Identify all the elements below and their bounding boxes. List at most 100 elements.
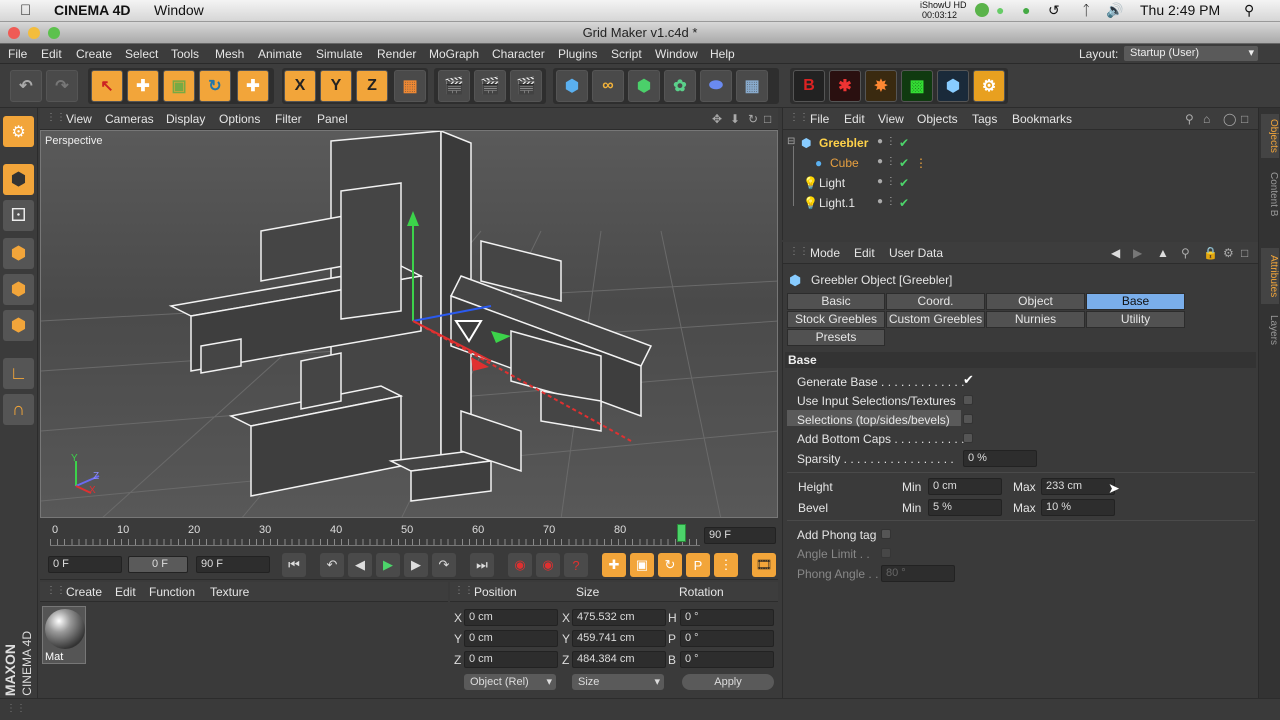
bevel-min-field[interactable]: 5 % (928, 499, 1002, 516)
viewport-move-icon[interactable]: ✥ (712, 112, 722, 126)
height-max-field[interactable]: 233 cm (1041, 478, 1115, 495)
side-tab-layers[interactable]: Layers (1261, 312, 1279, 348)
menu-mesh[interactable]: Mesh (215, 47, 244, 61)
minimize-window-button[interactable] (28, 27, 40, 39)
menu-edit[interactable]: Edit (41, 47, 62, 61)
viewport-menu-display[interactable]: Display (166, 112, 205, 126)
tab-stock-greebles[interactable]: Stock Greebles (787, 311, 885, 328)
search-icon[interactable]: ⚲ (1181, 246, 1190, 260)
sparsity-field[interactable]: 0 % (963, 450, 1037, 467)
eye-icon[interactable]: ◯ (1223, 112, 1236, 126)
phong-tag-icon[interactable]: ⋮ (915, 156, 927, 170)
tab-presets[interactable]: Presets (787, 329, 885, 346)
close-window-button[interactable] (8, 27, 20, 39)
home-icon[interactable]: ⌂ (1203, 112, 1210, 126)
nurbs-icon[interactable]: ⬢ (628, 70, 660, 102)
settings-icon[interactable]: ⚙ (1223, 246, 1234, 260)
selections-checkbox[interactable] (963, 414, 973, 424)
tab-object[interactable]: Object (986, 293, 1085, 310)
position-x-field[interactable]: 0 cm (464, 609, 558, 626)
record-active-icon[interactable]: ◉ (508, 553, 532, 577)
zoom-window-button[interactable] (48, 27, 60, 39)
menu-file[interactable]: File (8, 47, 27, 61)
back-arrow-icon[interactable]: ◀ (1111, 246, 1120, 260)
menu-create[interactable]: Create (76, 47, 112, 61)
evernote-icon[interactable]: ● (1022, 2, 1030, 18)
material-swatch[interactable]: Mat (42, 606, 86, 664)
menu-plugins[interactable]: Plugins (558, 47, 597, 61)
render-settings-icon[interactable]: 🎬 (510, 70, 542, 102)
make-editable-icon[interactable]: ⚙ (3, 116, 34, 147)
go-to-end-button[interactable]: ⏭ (470, 553, 494, 577)
perspective-viewport[interactable]: Perspective Y Z X (40, 130, 778, 518)
scale-tool-icon[interactable]: ▣ (163, 70, 195, 102)
prev-key-button[interactable]: ↶ (320, 553, 344, 577)
snap-icon[interactable]: ∩ (3, 394, 34, 425)
plugin-green-icon[interactable]: ▩ (901, 70, 933, 102)
objects-menu-edit[interactable]: Edit (844, 112, 865, 126)
up-arrow-icon[interactable]: ▲ (1157, 246, 1169, 260)
plugin-burst-icon[interactable]: ✸ (865, 70, 897, 102)
tree-collapse-icon[interactable]: ⊟ (787, 136, 795, 147)
lock-icon[interactable]: 🔒 (1203, 246, 1218, 260)
size-z-field[interactable]: 484.384 cm (572, 651, 666, 668)
bevel-max-field[interactable]: 10 % (1041, 499, 1115, 516)
objects-menu-view[interactable]: View (878, 112, 904, 126)
material-menu-create[interactable]: Create (66, 585, 102, 599)
apple-icon[interactable]:  (20, 2, 31, 19)
tab-coord[interactable]: Coord. (886, 293, 985, 310)
position-z-field[interactable]: 0 cm (464, 651, 558, 668)
objects-menu-tags[interactable]: Tags (972, 112, 997, 126)
search-icon[interactable]: ⚲ (1185, 112, 1194, 126)
viewport-rotate-icon[interactable]: ↻ (748, 112, 758, 126)
object-row-greebler[interactable]: ⊟ ⬢ Greebler ● ⋮ ✔ (783, 133, 1258, 153)
visibility-dots-icon[interactable]: ● ⋮ (877, 136, 896, 147)
enabled-check-icon[interactable]: ✔ (899, 176, 909, 190)
autokey-icon[interactable]: ◉ (536, 553, 560, 577)
key-rotation-icon[interactable]: ↻ (658, 553, 682, 577)
new-panel-icon[interactable]: □ (1241, 112, 1248, 126)
cube-primitive-icon[interactable]: ⬢ (556, 70, 588, 102)
key-parameter-icon[interactable]: P (686, 553, 710, 577)
visibility-dots-icon[interactable]: ● ⋮ (877, 156, 896, 167)
axis-mode-icon[interactable]: ∟ (3, 358, 34, 389)
tab-nurnies[interactable]: Nurnies (986, 311, 1085, 328)
enabled-check-icon[interactable]: ✔ (899, 196, 909, 210)
object-row-cube[interactable]: ● Cube ● ⋮ ✔ ⋮ (783, 153, 1258, 173)
texture-mode-icon[interactable]: ⚀ (3, 200, 34, 231)
deformer-icon[interactable]: ⬬ (700, 70, 732, 102)
z-axis-lock-icon[interactable]: Z (356, 70, 388, 102)
menu-tools[interactable]: Tools (171, 47, 199, 61)
key-position-icon[interactable]: ✚ (602, 553, 626, 577)
live-selection-icon[interactable]: ↖ (91, 70, 123, 102)
viewport-menu-filter[interactable]: Filter (275, 112, 302, 126)
viewport-menu-cameras[interactable]: Cameras (105, 112, 154, 126)
size-y-field[interactable]: 459.741 cm (572, 630, 666, 647)
object-name[interactable]: Light.1 (819, 196, 855, 210)
volume-icon[interactable]: 🔊 (1106, 2, 1123, 19)
start-frame-field[interactable]: 0 F (48, 556, 122, 573)
camera-label[interactable]: Perspective (45, 135, 102, 147)
bluetooth-icon[interactable]: ᛏ (1082, 2, 1090, 18)
enabled-check-icon[interactable]: ✔ (899, 156, 909, 170)
greebler-icon[interactable]: ⬢ (937, 70, 969, 102)
generate-base-checkbox[interactable]: ✔ (963, 372, 974, 388)
menu-select[interactable]: Select (125, 47, 158, 61)
material-menu-edit[interactable]: Edit (115, 585, 136, 599)
menu-simulate[interactable]: Simulate (316, 47, 363, 61)
spotlight-icon[interactable]: ⚲ (1244, 2, 1254, 19)
floor-icon[interactable]: ▦ (736, 70, 768, 102)
coordinate-mode-select[interactable]: Object (Rel) ▾ (464, 674, 556, 690)
clock[interactable]: Thu 2:49 PM (1140, 2, 1220, 18)
menu-window[interactable]: Window (655, 47, 698, 61)
attr-menu-user-data[interactable]: User Data (889, 246, 943, 260)
prev-frame-button[interactable]: ◀ (348, 553, 372, 577)
model-mode-icon[interactable]: ⬢ (3, 164, 34, 195)
add-phong-tag-checkbox[interactable] (881, 529, 891, 539)
undo-button[interactable]: ↶ (10, 70, 42, 102)
points-mode-icon[interactable]: ⬢ (3, 238, 34, 269)
object-row-light[interactable]: 💡 Light ● ⋮ ✔ (783, 173, 1258, 193)
viewport-maximize-icon[interactable]: □ (764, 112, 771, 126)
resize-grip-icon[interactable]: ⋮⋮ (6, 703, 26, 714)
visibility-dots-icon[interactable]: ● ⋮ (877, 196, 896, 207)
